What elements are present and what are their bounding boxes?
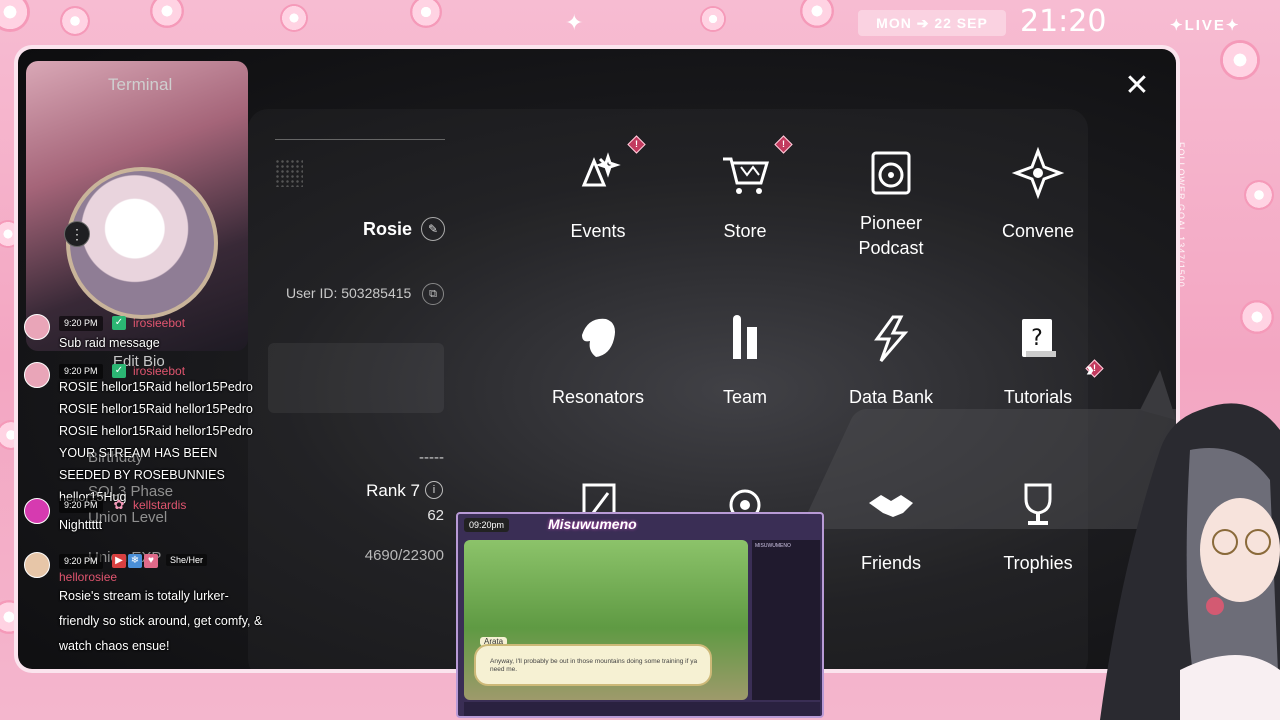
- blossom-decoration: [0, 0, 30, 32]
- vtuber-avatar: [1100, 370, 1280, 720]
- close-icon[interactable]: ✕: [1122, 71, 1152, 101]
- user-id: User ID: 503285415: [286, 285, 412, 301]
- cart-icon: [723, 157, 770, 194]
- blossom-decoration: [1244, 180, 1274, 210]
- window-title: Terminal: [108, 75, 173, 94]
- info-icon[interactable]: i: [425, 481, 443, 499]
- flower-badge-icon: ✿: [113, 497, 125, 512]
- blossom-decoration: [800, 0, 834, 28]
- menu-store[interactable]: Store: [680, 145, 810, 244]
- menu-label: Data Bank: [848, 387, 934, 407]
- sub-badge-icon: ▶: [112, 554, 126, 568]
- embed-bottom-bar: [464, 702, 820, 716]
- edit-name-icon[interactable]: ✎: [421, 217, 445, 241]
- trophy-icon: [1024, 483, 1052, 525]
- embed-side-title: MISUWUMENO: [755, 543, 791, 549]
- blossom-decoration: [410, 0, 442, 28]
- dialogue-box: Anyway, I'll probably be out in those mo…: [474, 644, 712, 686]
- team-icon: [733, 315, 757, 359]
- union-exp-value: 4690/22300: [364, 547, 444, 564]
- menu-label: Store: [723, 221, 767, 241]
- avatar: [24, 498, 50, 524]
- events-icon: [581, 152, 621, 187]
- menu-label: Resonators: [551, 387, 645, 407]
- menu-databank[interactable]: Data Bank: [826, 311, 956, 410]
- menu-label: Friends: [860, 553, 922, 573]
- sparkle-icon: ✦: [565, 10, 584, 35]
- edit-bio-button[interactable]: Edit Bio: [113, 343, 444, 413]
- union-level-value: 62: [427, 507, 444, 524]
- blossom-decoration: [1220, 40, 1260, 80]
- phase-value: Rank 7: [366, 481, 420, 500]
- menu-label: Team: [722, 387, 767, 407]
- embed-title: Misuwumeno: [548, 516, 637, 532]
- gift-badge-icon: ❄: [128, 554, 142, 568]
- chat-username: kellstardis: [133, 498, 187, 512]
- avatar: [24, 552, 50, 578]
- convene-icon: [1011, 146, 1065, 200]
- divider: [275, 139, 445, 140]
- birthday-value: -----: [419, 449, 444, 466]
- copy-id-icon[interactable]: ⧉: [422, 283, 444, 305]
- pronoun-badge: She/Her: [166, 554, 208, 566]
- blossom-decoration: [1240, 300, 1274, 334]
- resonator-icon: [582, 318, 615, 357]
- menu-events[interactable]: Events: [533, 145, 663, 244]
- avatar: [24, 362, 50, 388]
- more-options-icon[interactable]: ⋮: [64, 221, 90, 247]
- dot-pattern: [275, 159, 303, 187]
- menu-resonators[interactable]: Resonators: [533, 311, 663, 410]
- databank-icon: [874, 315, 909, 362]
- avatar[interactable]: [66, 167, 218, 319]
- menu-label: Convene: [1001, 221, 1075, 241]
- date-label: MON ➔ 22 SEP: [858, 10, 1006, 36]
- stream-overlay: { "top_bar": { "date_label": "MON ➔ 22 S…: [0, 0, 1280, 720]
- svg-text:?: ?: [1031, 326, 1043, 351]
- podcast-icon: [871, 151, 911, 195]
- chat-time: 9:20 PM: [59, 498, 103, 513]
- chat-time: 9:20 PM: [59, 554, 103, 569]
- menu-team[interactable]: Team: [680, 311, 810, 410]
- menu-podcast[interactable]: Pioneer Podcast: [826, 145, 956, 261]
- avatar: [24, 314, 50, 340]
- chat-username: irosieebot: [133, 316, 186, 330]
- bot-badge-icon: ✓: [112, 316, 126, 330]
- blossom-decoration: [150, 0, 184, 28]
- friends-icon: [869, 495, 913, 517]
- clock: 21:20: [1020, 4, 1107, 39]
- blossom-decoration: [60, 6, 90, 36]
- menu-friends[interactable]: Friends: [826, 477, 956, 576]
- blossom-decoration: [280, 4, 308, 32]
- menu-convene[interactable]: Convene: [973, 145, 1103, 244]
- chat-text: ROSIE hellor15Raid hellor15Pedro ROSIE h…: [59, 380, 253, 504]
- menu-label: Events: [570, 221, 626, 241]
- embed-sidebar: MISUWUMENO: [752, 540, 820, 700]
- chat-text: Sub raid message: [59, 336, 160, 350]
- blossom-decoration: [700, 6, 726, 32]
- chat-username: hellorosiee: [59, 570, 118, 584]
- menu-label: Pioneer Podcast: [858, 213, 924, 259]
- embed-clock: 09:20pm: [464, 518, 510, 532]
- embedded-stream[interactable]: 09:20pm Misuwumeno Arata Anyway, I'll pr…: [456, 512, 824, 718]
- chat-text: Nighttttt: [59, 518, 103, 532]
- tutorials-icon: ?: [1022, 319, 1056, 357]
- chat-overlay: 9:20 PM ✓ irosieebot Sub raid message 9:…: [20, 306, 280, 666]
- chat-time: 9:20 PM: [59, 316, 103, 331]
- live-badge: ✦LIVE✦: [1170, 17, 1241, 34]
- username: Rosie: [363, 219, 413, 239]
- chat-text: Rosie's stream is totally lurker-friendl…: [59, 589, 263, 653]
- heart-badge-icon: ♥: [144, 554, 158, 568]
